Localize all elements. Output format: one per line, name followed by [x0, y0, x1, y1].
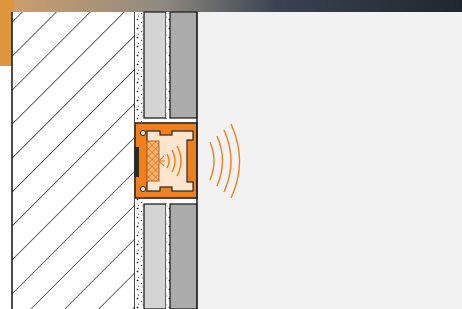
orange-led-profile — [134, 122, 198, 199]
wall-surface — [197, 12, 462, 309]
cross-section-svg — [0, 0, 462, 309]
wall-profile-diagram — [0, 0, 462, 309]
hatched-wall-substrate — [11, 12, 136, 309]
tile-upper — [143, 11, 198, 119]
